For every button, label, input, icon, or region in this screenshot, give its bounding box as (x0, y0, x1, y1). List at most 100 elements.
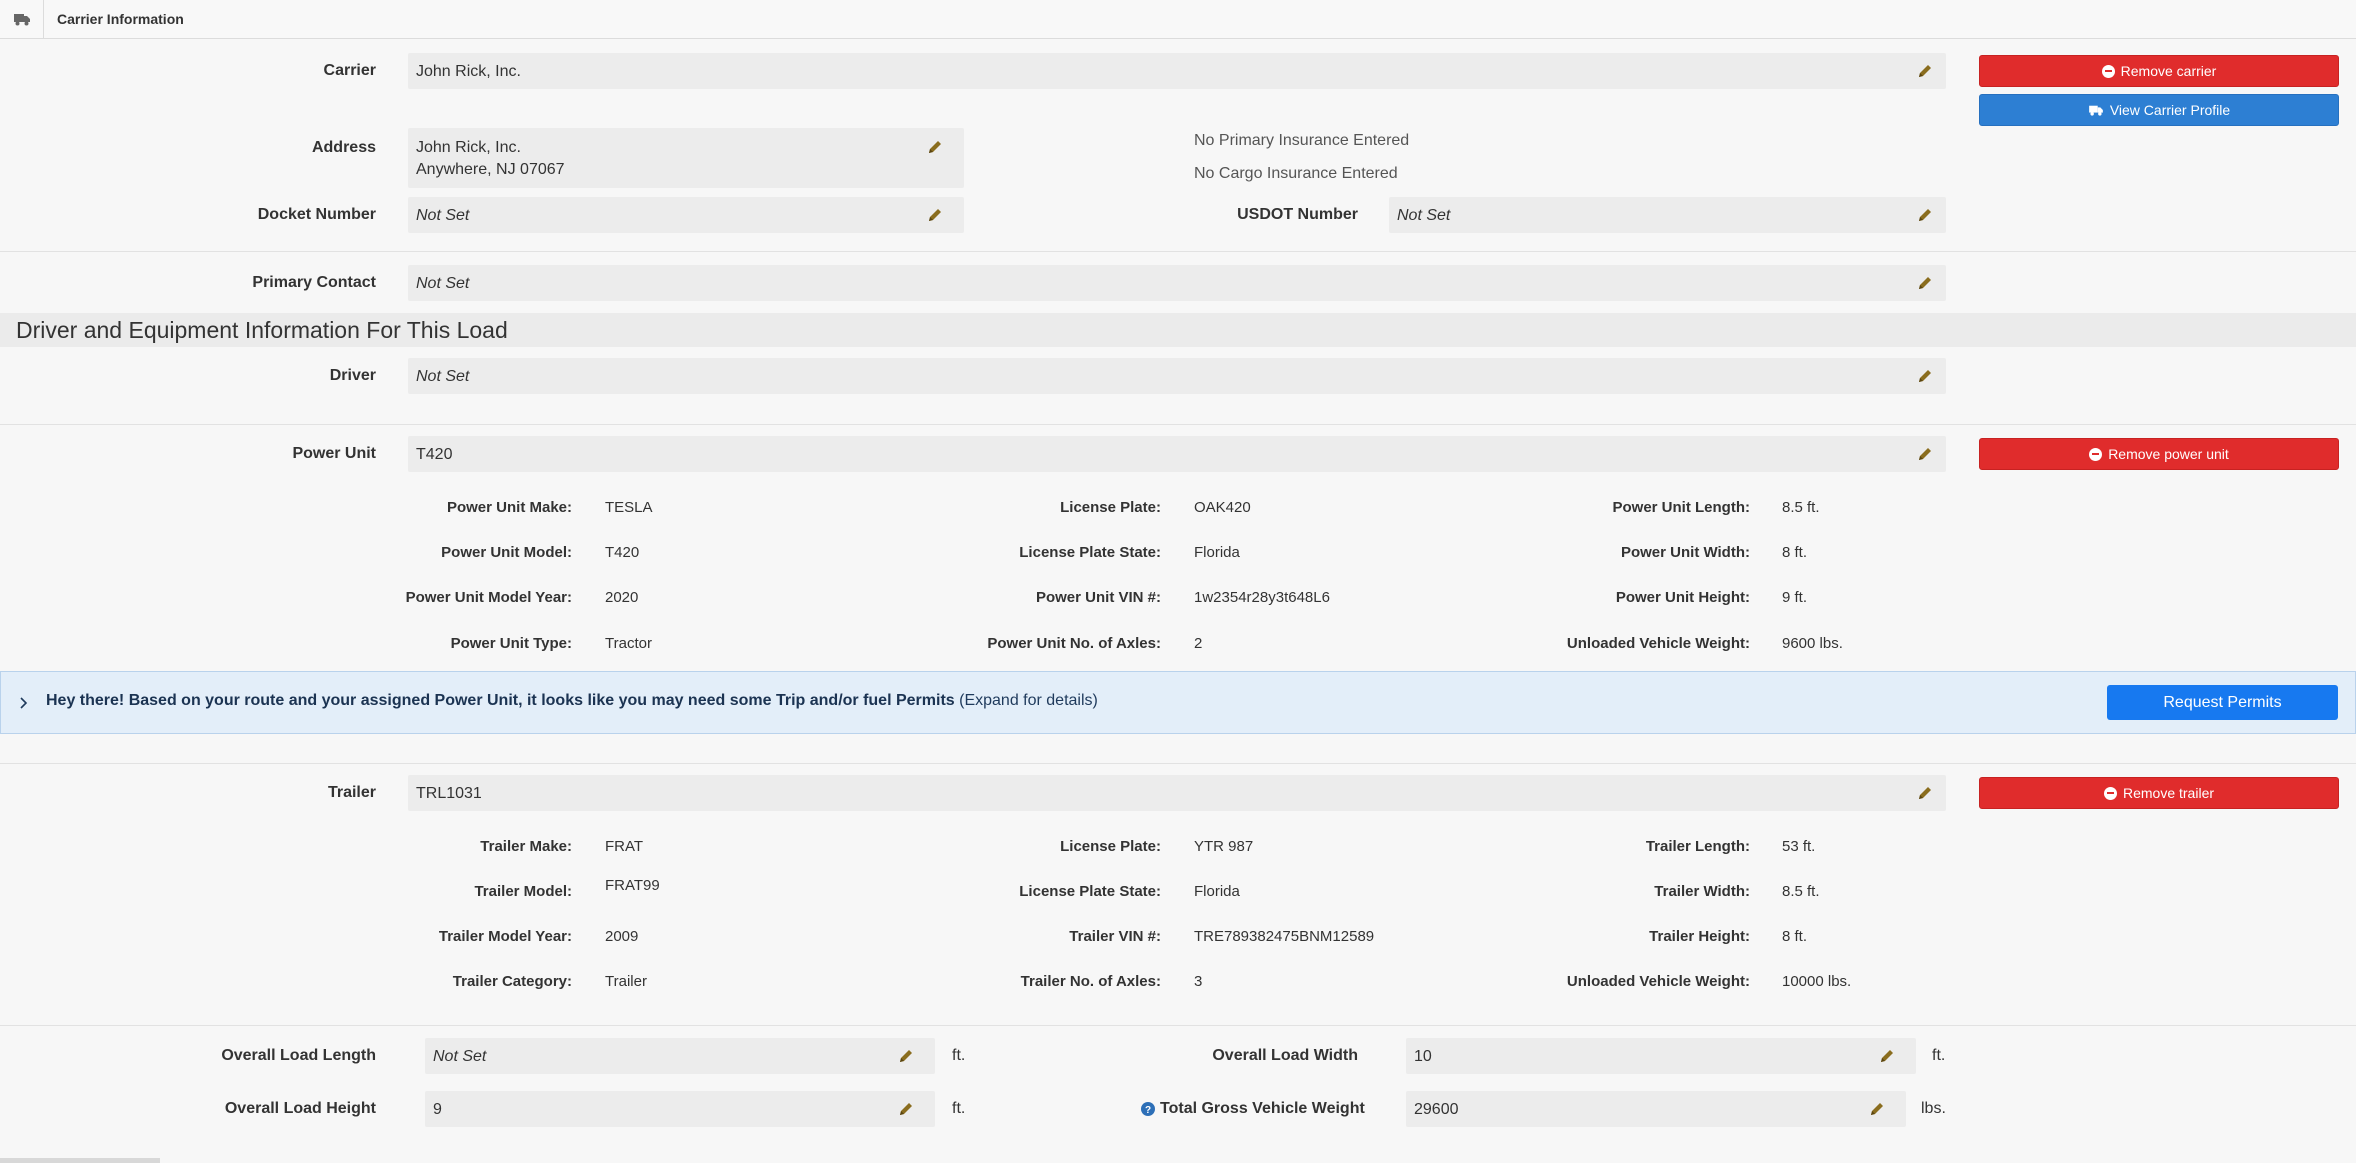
detail-label: Power Unit Width: (1620, 544, 1750, 561)
section-title: Driver and Equipment Information For Thi… (16, 317, 508, 343)
detail-value: FRAT99 (605, 877, 660, 894)
total-gvw-field[interactable]: 29600 (1406, 1091, 1906, 1127)
primary-contact-field[interactable]: Not Set (408, 265, 1946, 301)
detail-value: 9 ft. (1782, 589, 1808, 606)
detail-value: Florida (1194, 544, 1240, 561)
primary-contact-value: Not Set (416, 275, 470, 292)
detail-value: TRE789382475BNM12589 (1194, 928, 1375, 945)
request-permits-button[interactable]: Request Permits (2107, 685, 2338, 720)
driver-equipment-section-header: Driver and Equipment Information For Thi… (0, 313, 2356, 347)
detail-value: 8 ft. (1782, 928, 1808, 945)
overall-load-length-value: Not Set (433, 1048, 487, 1065)
detail-value: FRAT (605, 838, 644, 855)
usdot-number-value: Not Set (1397, 207, 1451, 224)
trailer-field[interactable]: TRL1031 (408, 775, 1946, 811)
svg-text:?: ? (1145, 1105, 1151, 1116)
permits-notice[interactable]: Hey there! Based on your route and your … (0, 671, 2356, 734)
length-unit: ft. (952, 1047, 966, 1064)
minus-circle-icon (2103, 786, 2117, 800)
usdot-number-field[interactable]: Not Set (1389, 197, 1946, 233)
detail-value: OAK420 (1194, 499, 1251, 516)
header-divider (43, 0, 44, 39)
detail-label: Trailer No. of Axles: (1020, 973, 1161, 990)
detail-label: License Plate: (1060, 499, 1161, 516)
view-carrier-profile-button[interactable]: View Carrier Profile (1979, 94, 2339, 126)
primary-contact-label: Primary Contact (252, 274, 376, 291)
pencil-icon[interactable] (1880, 1049, 1894, 1063)
trailer-label: Trailer (327, 784, 376, 801)
height-unit: ft. (952, 1100, 966, 1117)
divider (0, 1025, 2356, 1026)
carrier-label: Carrier (323, 62, 376, 79)
pencil-icon[interactable] (1918, 208, 1932, 222)
detail-value: 8 ft. (1782, 544, 1808, 561)
detail-value: 9600 lbs. (1782, 635, 1843, 652)
detail-value: TESLA (605, 499, 653, 516)
detail-value: 53 ft. (1782, 838, 1816, 855)
detail-value: 2009 (605, 928, 639, 945)
pencil-icon[interactable] (928, 140, 942, 154)
header-title: Carrier Information (57, 11, 184, 27)
power-unit-field[interactable]: T420 (408, 436, 1946, 472)
chevron-right-icon[interactable] (19, 697, 29, 709)
overall-load-length-field[interactable]: Not Set (425, 1038, 935, 1074)
help-icon[interactable]: ? (1141, 1102, 1155, 1116)
total-gvw-value: 29600 (1414, 1101, 1459, 1118)
power-unit-value: T420 (416, 446, 453, 463)
primary-insurance-status: No Primary Insurance Entered (1194, 132, 1410, 149)
divider (0, 424, 2356, 425)
pencil-icon[interactable] (1918, 447, 1932, 461)
pencil-icon[interactable] (899, 1049, 913, 1063)
detail-label: Trailer Make: (480, 838, 572, 855)
docket-number-field[interactable]: Not Set (408, 197, 964, 233)
trailer-value: TRL1031 (416, 785, 482, 802)
address-field[interactable]: John Rick, Inc. Anywhere, NJ 07067 (408, 128, 964, 188)
horizontal-scrollbar[interactable] (0, 1158, 160, 1163)
pencil-icon[interactable] (1918, 786, 1932, 800)
usdot-number-label: USDOT Number (1237, 206, 1358, 223)
driver-field[interactable]: Not Set (408, 358, 1946, 394)
detail-label: Power Unit No. of Axles: (987, 635, 1161, 652)
detail-label: Trailer VIN #: (1069, 928, 1161, 945)
detail-label: Trailer Model: (474, 883, 572, 900)
pencil-icon[interactable] (1918, 276, 1932, 290)
pencil-icon[interactable] (1870, 1102, 1884, 1116)
detail-label: Trailer Length: (1645, 838, 1750, 855)
docket-number-label: Docket Number (257, 206, 376, 223)
detail-value: 3 (1194, 973, 1203, 990)
section-header-bar: Carrier Information (0, 0, 2356, 39)
overall-load-height-field[interactable]: 9 (425, 1091, 935, 1127)
detail-label: Power Unit Model: (441, 544, 572, 561)
pencil-icon[interactable] (899, 1102, 913, 1116)
overall-load-length-label: Overall Load Length (221, 1047, 376, 1064)
detail-value: 1w2354r28y3t648L6 (1194, 589, 1330, 606)
remove-power-unit-button[interactable]: Remove power unit (1979, 438, 2339, 470)
detail-value: Trailer (605, 973, 647, 990)
minus-circle-icon (2101, 64, 2115, 78)
overall-load-width-value: 10 (1414, 1048, 1432, 1065)
pencil-icon[interactable] (928, 208, 942, 222)
remove-trailer-button[interactable]: Remove trailer (1979, 777, 2339, 809)
remove-carrier-button[interactable]: Remove carrier (1979, 55, 2339, 87)
detail-value: 8.5 ft. (1782, 499, 1820, 516)
carrier-field[interactable]: John Rick, Inc. (408, 53, 1946, 89)
detail-label: License Plate: (1060, 838, 1161, 855)
total-gvw-label: Total Gross Vehicle Weight (1160, 1100, 1365, 1117)
address-label: Address (311, 139, 376, 156)
address-line-1: John Rick, Inc. (416, 139, 521, 156)
overall-load-width-field[interactable]: 10 (1406, 1038, 1916, 1074)
detail-label: Power Unit VIN #: (1035, 589, 1161, 606)
truck-icon (14, 14, 30, 26)
detail-label: Trailer Width: (1654, 883, 1750, 900)
power-unit-label: Power Unit (292, 445, 376, 462)
truck-icon (2088, 105, 2103, 116)
detail-value: T420 (605, 544, 640, 561)
pencil-icon[interactable] (1918, 64, 1932, 78)
detail-label: License Plate State: (1019, 883, 1161, 900)
driver-label: Driver (329, 367, 376, 384)
expand-details-link[interactable]: (Expand for details) (959, 692, 1098, 709)
detail-label: Unloaded Vehicle Weight: (1566, 973, 1750, 990)
pencil-icon[interactable] (1918, 369, 1932, 383)
cargo-insurance-status: No Cargo Insurance Entered (1194, 165, 1398, 182)
overall-load-width-label: Overall Load Width (1212, 1047, 1358, 1064)
